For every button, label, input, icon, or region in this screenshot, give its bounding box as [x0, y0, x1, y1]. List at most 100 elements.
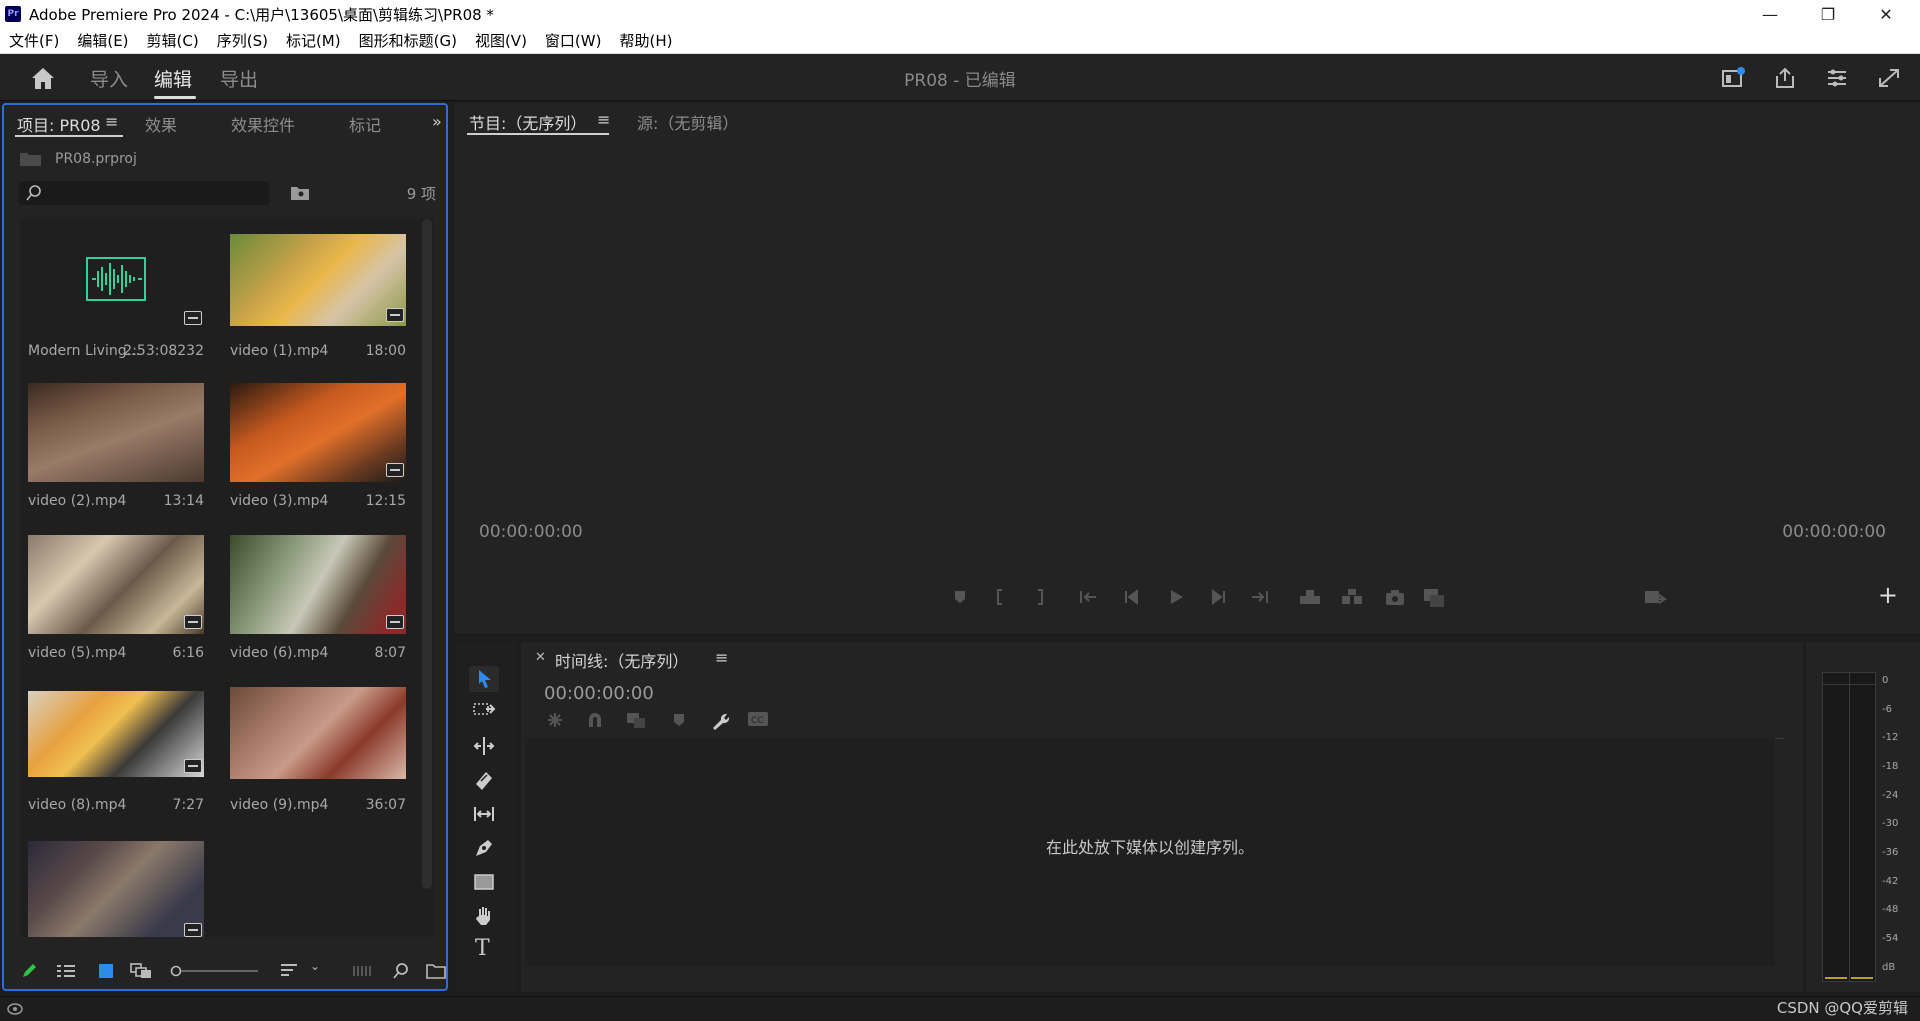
clip-thumbnail [28, 535, 204, 634]
chevron-down-icon[interactable]: ⌄ [310, 959, 320, 973]
bin-name: PR08.prproj [55, 151, 137, 167]
close-icon[interactable]: ✕ [1858, 0, 1914, 28]
rectangle-tool-icon[interactable] [472, 870, 496, 894]
tab-markers[interactable]: 标记 [349, 112, 381, 136]
clip-thumbnail [28, 231, 204, 330]
hand-tool-icon[interactable] [472, 904, 496, 928]
list-view-icon[interactable] [56, 963, 76, 979]
tab-source[interactable]: 源:（无剪辑） [637, 110, 738, 134]
mark-out-icon[interactable] [1030, 587, 1050, 607]
scale-label: -42 [1882, 876, 1899, 887]
panel-menu-icon[interactable]: ≡ [105, 112, 118, 131]
clip-item[interactable]: Modern Living... 2:53:08232 [28, 219, 208, 369]
find-icon[interactable] [392, 962, 410, 980]
ripple-edit-tool-icon[interactable] [472, 734, 496, 758]
minimize-icon[interactable]: — [1742, 0, 1798, 28]
razor-tool-icon[interactable] [472, 768, 496, 792]
clip-name: video (9).mp4 [230, 797, 329, 813]
clip-item[interactable]: video (1).mp4 18:00 [230, 219, 410, 369]
playhead-timecode[interactable]: 00:00:00:00 [479, 522, 583, 542]
sort-icon[interactable] [280, 963, 300, 979]
grid-scrollbar[interactable] [422, 219, 432, 889]
button-editor-add-icon[interactable]: + [1878, 581, 1898, 609]
lift-icon[interactable] [1298, 587, 1322, 607]
go-to-out-icon[interactable] [1248, 587, 1270, 607]
meter-level-right [1851, 977, 1873, 979]
workspaces-icon[interactable] [1720, 66, 1746, 90]
pencil-icon[interactable] [20, 962, 38, 980]
menu-edit[interactable]: 编辑(E) [68, 30, 137, 51]
menu-sequence[interactable]: 序列(S) [208, 30, 277, 51]
step-back-icon[interactable] [1122, 587, 1142, 607]
snap-icon[interactable] [585, 710, 605, 730]
chevron-right-icon[interactable]: » [432, 112, 442, 131]
captions-icon[interactable]: CC [747, 710, 769, 728]
search-input[interactable] [19, 181, 269, 205]
clip-duration: 12:15 [365, 493, 406, 509]
export-frame-icon[interactable] [1384, 587, 1406, 607]
mark-in-icon[interactable] [990, 587, 1010, 607]
icon-view-icon[interactable] [98, 963, 114, 979]
marker-icon[interactable] [950, 587, 970, 607]
menu-markers[interactable]: 标记(M) [277, 30, 350, 51]
scale-label: -30 [1882, 818, 1899, 829]
extract-icon[interactable] [1340, 587, 1364, 607]
tab-effects[interactable]: 效果 [145, 112, 177, 136]
nest-icon[interactable] [545, 710, 565, 730]
tab-project[interactable]: 项目: PR08 [17, 112, 101, 136]
clip-item[interactable]: video (9).mp4 36:07 [230, 673, 410, 825]
fullscreen-icon[interactable] [1876, 66, 1902, 90]
project-panel: 项目: PR08 ≡ 效果 效果控件 标记 » PR08.prproj 9 项 … [2, 103, 448, 991]
zoom-slider[interactable] [170, 963, 260, 979]
clip-item[interactable]: video (5).mp4 6:16 [28, 521, 208, 673]
panel-menu-icon[interactable]: ≡ [715, 648, 728, 667]
panel-menu-icon[interactable]: ≡ [597, 110, 610, 129]
menu-view[interactable]: 视图(V) [466, 30, 536, 51]
menu-graphics[interactable]: 图形和标题(G) [350, 30, 466, 51]
render-status-icon[interactable] [6, 1001, 24, 1017]
go-to-in-icon[interactable] [1078, 587, 1100, 607]
menu-help[interactable]: 帮助(H) [610, 30, 681, 51]
audio-meter-scale: 0 -6 -12 -18 -24 -30 -36 -42 -48 -54 dB [1882, 670, 1916, 990]
panel-menu-icon[interactable] [1824, 66, 1850, 90]
project-panel-footer: ⌄ [4, 953, 446, 989]
selection-tool-icon[interactable] [469, 666, 499, 692]
pen-tool-icon[interactable] [472, 836, 496, 860]
step-forward-icon[interactable] [1208, 587, 1228, 607]
menu-file[interactable]: 文件(F) [0, 30, 68, 51]
overwrite-icon[interactable] [1643, 589, 1667, 609]
timeline-timecode[interactable]: 00:00:00:00 [544, 683, 654, 704]
new-search-bin-icon[interactable] [290, 185, 310, 201]
timeline-drop-area[interactable]: 在此处放下媒体以创建序列。 [525, 738, 1775, 966]
new-bin-icon[interactable] [426, 963, 446, 979]
close-icon[interactable]: ✕ [535, 650, 546, 665]
restore-icon[interactable]: ❐ [1800, 0, 1856, 28]
linked-selection-icon[interactable] [625, 710, 647, 730]
tab-effect-controls[interactable]: 效果控件 [231, 112, 295, 136]
track-select-tool-icon[interactable] [472, 700, 496, 724]
automate-to-sequence-icon[interactable] [352, 964, 372, 978]
freeform-view-icon[interactable] [130, 963, 152, 979]
share-icon[interactable] [1772, 66, 1798, 90]
slip-tool-icon[interactable] [472, 802, 496, 826]
play-icon[interactable] [1166, 587, 1186, 607]
wrench-icon[interactable] [709, 710, 731, 732]
clip-duration: 6:16 [172, 645, 204, 661]
project-panel-tabs: 项目: PR08 ≡ 效果 效果控件 标记 » [4, 105, 446, 137]
tab-program[interactable]: 节目:（无序列） [469, 110, 586, 134]
menu-clip[interactable]: 剪辑(C) [138, 30, 208, 51]
timeline-toolbar: CC [545, 710, 768, 734]
clip-item[interactable]: video (2).mp4 13:14 [28, 369, 208, 521]
add-marker-icon[interactable] [669, 710, 689, 730]
type-tool-icon[interactable]: T [475, 936, 490, 961]
clip-thumbnail [28, 841, 204, 937]
menu-window[interactable]: 窗口(W) [536, 30, 611, 51]
clip-name: video (2).mp4 [28, 493, 127, 509]
insert-icon[interactable] [1422, 587, 1446, 609]
clip-item[interactable]: video (3).mp4 12:15 [230, 369, 410, 521]
clip-item[interactable]: video (8).mp4 7:27 [28, 673, 208, 825]
clip-item[interactable]: video (6).mp4 8:07 [230, 521, 410, 673]
clip-item[interactable] [28, 825, 208, 937]
scale-label: -6 [1882, 704, 1892, 715]
program-monitor-panel: 节目:（无序列） ≡ 源:（无剪辑） 00:00:00:00 00:00:00:… [455, 103, 1920, 633]
